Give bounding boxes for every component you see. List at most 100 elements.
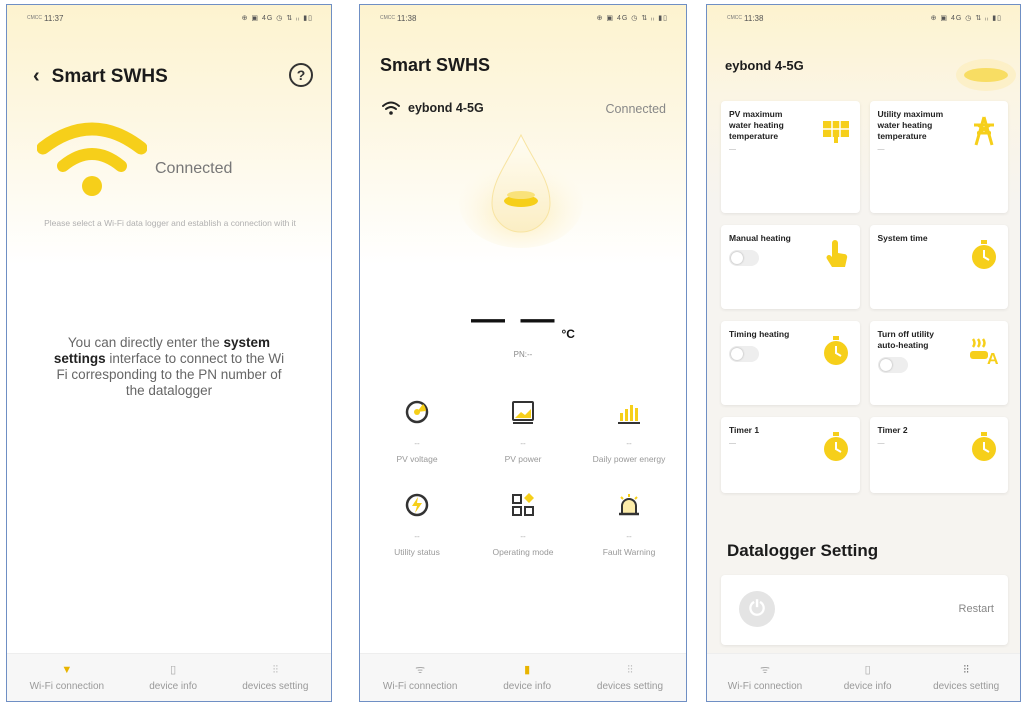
turn-off-utility-toggle[interactable] xyxy=(877,357,908,373)
card-label: PV maximum water heating temperature xyxy=(729,109,784,141)
nav-label: devices setting xyxy=(596,680,664,692)
restart-card[interactable]: ⏻ Restart xyxy=(721,575,1008,645)
status-icons: ⊕ ▣ 4G ◷ ⇅ ᵢᵢ ▮▯ xyxy=(241,15,313,22)
status-bar: CMCC 11:38 ⊕ ▣ 4G ◷ ⇅ ᵢᵢ ▮▯ xyxy=(727,11,1002,25)
metric-value: -- xyxy=(414,532,420,541)
water-drop-icon xyxy=(459,133,583,248)
network-name: eybond 4-5G xyxy=(725,58,804,73)
connection-status: Connected xyxy=(605,102,666,116)
nav-devices-setting[interactable]: ⫶⫶ devices setting xyxy=(242,664,308,692)
sliders-icon: ⫶⫶ xyxy=(627,663,633,676)
restart-button[interactable]: Restart xyxy=(959,603,994,615)
nav-label: device info xyxy=(149,680,198,692)
metric-label: Utility status xyxy=(394,547,440,557)
metric-pv-power: -- PV power xyxy=(470,399,576,464)
temperature-unit: °C xyxy=(561,327,575,341)
power-icon: ⏻ xyxy=(739,591,775,627)
status-bar: CMCC 11:37 ⊕ ▣ 4G ◷ ⇅ ᵢᵢ ▮▯ xyxy=(27,11,313,25)
nav-wifi-connection[interactable]: ᯤ Wi-Fi connection xyxy=(383,664,457,692)
card-label: Timing heating xyxy=(729,329,790,339)
status-time: 11:38 xyxy=(744,13,764,23)
hand-pointer-icon xyxy=(826,240,847,267)
metrics-grid: -- PV voltage -- PV power -- Daily power… xyxy=(364,399,682,557)
info-text-1: You can directly enter the xyxy=(67,335,224,350)
screen-wifi-connection: CMCC 11:37 ⊕ ▣ 4G ◷ ⇅ ᵢᵢ ▮▯ ‹ Smart SWHS… xyxy=(6,4,332,702)
nav-devices-setting[interactable]: ⫶⫶ devices setting xyxy=(597,664,663,692)
card-label: Timer 2 xyxy=(877,425,908,435)
metric-daily-power-energy: -- Daily power energy xyxy=(576,399,682,464)
status-bar: CMCC 11:38 ⊕ ▣ 4G ◷ ⇅ ᵢᵢ ▮▯ xyxy=(380,11,668,25)
bottom-nav: ᯤ Wi-Fi connection ▯ device info ⫶⫶ devi… xyxy=(707,653,1020,701)
status-time: 11:38 xyxy=(397,13,417,23)
clock-icon xyxy=(972,240,996,269)
nav-device-info[interactable]: ▯ device info xyxy=(149,664,197,692)
card-value: — xyxy=(729,146,736,153)
header: ‹ Smart SWHS ? xyxy=(33,63,313,88)
card-turn-off-utility: Turn off utility auto-heating A xyxy=(869,321,1008,405)
alarm-icon xyxy=(619,494,639,516)
nav-label: device info xyxy=(843,680,892,692)
manual-heating-toggle[interactable] xyxy=(729,250,759,266)
metric-value: -- xyxy=(520,439,526,448)
nav-device-info[interactable]: ▯ device info xyxy=(844,664,892,692)
back-icon[interactable]: ‹ xyxy=(33,65,40,88)
status-icons: ⊕ ▣ 4G ◷ ⇅ ᵢᵢ ▮▯ xyxy=(596,15,668,22)
timing-heating-toggle[interactable] xyxy=(729,346,759,362)
bottom-nav: ᯤ Wi-Fi connection ▮ device info ⫶⫶ devi… xyxy=(360,653,686,701)
connection-status: Connected xyxy=(155,160,233,177)
gauge-icon xyxy=(405,400,429,424)
device-icon: ▮ xyxy=(524,663,531,676)
page-title: Smart SWHS xyxy=(380,55,491,75)
power-tower-icon xyxy=(974,116,994,146)
card-timer-1[interactable]: Timer 1 — xyxy=(721,417,860,493)
nav-wifi-connection[interactable]: ▼ Wi-Fi connection xyxy=(30,664,104,692)
timer-icon xyxy=(823,336,848,365)
help-icon[interactable]: ? xyxy=(289,63,313,87)
device-icon: ▯ xyxy=(170,663,177,676)
card-label: Timer 1 xyxy=(729,425,760,435)
nav-devices-setting[interactable]: ⫶⫶ devices setting xyxy=(933,664,999,692)
auto-heating-icon: A xyxy=(970,338,999,367)
wifi-icon: ᯤ xyxy=(759,663,770,676)
bar-chart-icon xyxy=(618,405,640,424)
network-row: eybond 4-5G xyxy=(382,101,484,115)
nav-label: Wi-Fi connection xyxy=(727,680,803,692)
solar-panel-icon xyxy=(822,121,849,143)
card-pv-max-temperature[interactable]: PV maximum water heating temperature — xyxy=(721,101,860,213)
nav-label: device info xyxy=(503,680,552,692)
svg-text:A: A xyxy=(987,351,999,367)
metric-utility-status: -- Utility status xyxy=(364,492,470,557)
metric-label: PV voltage xyxy=(396,454,438,464)
metric-value: -- xyxy=(414,439,420,448)
card-label: Turn off utility auto-heating xyxy=(877,329,935,350)
card-manual-heating: Manual heating xyxy=(721,225,860,309)
status-icons: ⊕ ▣ 4G ◷ ⇅ ᵢᵢ ▮▯ xyxy=(930,15,1002,22)
wifi-icon xyxy=(382,101,400,115)
metric-operating-mode: -- Operating mode xyxy=(470,492,576,557)
apps-icon xyxy=(512,493,534,516)
card-system-time[interactable]: System time xyxy=(869,225,1008,309)
lightning-icon xyxy=(405,493,429,517)
nav-wifi-connection[interactable]: ᯤ Wi-Fi connection xyxy=(728,664,802,692)
card-utility-max-temperature[interactable]: Utility maximum water heating temperatur… xyxy=(869,101,1008,213)
sliders-icon: ⫶⫶ xyxy=(272,663,279,676)
card-value: — xyxy=(877,146,885,153)
carrier-label: CMCC xyxy=(27,14,42,21)
device-icon: ▯ xyxy=(864,663,871,676)
nav-label: devices setting xyxy=(933,680,1000,692)
nav-label: devices setting xyxy=(242,680,309,692)
carrier-label: CMCC xyxy=(380,14,395,21)
select-logger-hint: Please select a Wi-Fi data logger and es… xyxy=(44,218,296,228)
wifi-icon: ▼ xyxy=(61,663,73,676)
carrier-label: CMCC xyxy=(727,14,742,21)
screen-device-info: CMCC 11:38 ⊕ ▣ 4G ◷ ⇅ ᵢᵢ ▮▯ Smart SWHS e… xyxy=(359,4,687,702)
card-label: System time xyxy=(877,233,928,243)
nav-device-info[interactable]: ▮ device info xyxy=(503,664,551,692)
card-timing-heating: Timing heating xyxy=(721,321,860,405)
card-label: Manual heating xyxy=(729,233,791,243)
metric-label: Operating mode xyxy=(492,547,554,557)
metric-value: -- xyxy=(626,439,632,448)
wifi-icon xyxy=(37,122,147,196)
monitor-icon xyxy=(512,401,534,424)
card-timer-2[interactable]: Timer 2 — xyxy=(869,417,1008,493)
